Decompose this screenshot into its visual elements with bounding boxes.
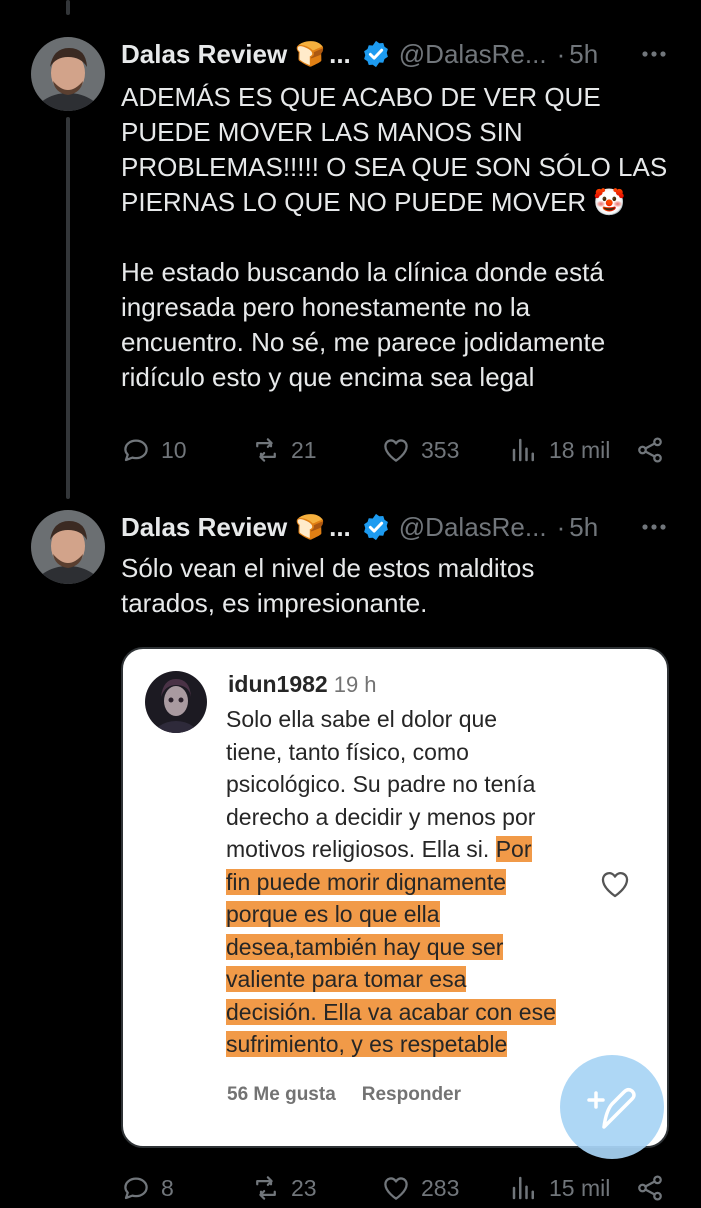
tweet-text: ADEMÁS ES QUE ACABO DE VER QUE PUEDE MOV… [121, 80, 681, 395]
tweet-text-line: He estado buscando la clínica donde está [121, 257, 604, 287]
comment-line: Solo ella sabe el dolor que [226, 706, 498, 732]
comment-heart-icon [601, 872, 629, 898]
tweet-text-line: ridículo esto y que encima sea legal [121, 362, 535, 392]
views-button[interactable]: 15 mil [509, 1168, 610, 1208]
tweet-actions: 10 21 353 18 mil [121, 430, 671, 470]
author-name[interactable]: Dalas Review [121, 512, 287, 543]
commenter-header: idun1982 19 h [228, 671, 377, 698]
verified-badge-icon [363, 40, 388, 68]
thread-line-top [66, 0, 70, 15]
share-icon [638, 437, 662, 463]
reply-count: 8 [161, 1174, 174, 1201]
comment-line: desea,también hay que ser [226, 933, 504, 960]
tweet-text-line: ADEMÁS ES QUE ACABO DE VER QUE [121, 82, 601, 112]
comment-line: decisión. Ella va acabar con ese [226, 998, 556, 1025]
reply-icon [124, 439, 148, 462]
bread-emoji: 🍞 [295, 513, 326, 541]
tweet-text-line: Sólo vean el nivel de estos malditos [121, 553, 535, 583]
views-count: 15 mil [549, 1174, 611, 1201]
author-handle[interactable]: @DalasRe... [399, 39, 547, 70]
tweet-text-line: PROBLEMAS!!!!! O SEA QUE SON SÓLO LAS [121, 152, 668, 182]
comment-line: motivos religiosos. Ella si. Por [226, 836, 532, 862]
reply-count: 10 [161, 436, 187, 463]
more-options-icon[interactable] [639, 39, 669, 69]
tweet-actions: 8 23 283 15 mil [121, 1168, 671, 1208]
views-icon [512, 438, 534, 462]
comment-line: fin puede morir dignamente [226, 868, 506, 895]
more-options-icon[interactable] [639, 512, 669, 542]
comment-line: derecho a decidir y menos por [226, 803, 536, 830]
comment-line: psicológico. Su padre no tenía [226, 771, 536, 797]
tweet-header: Dalas Review 🍞 ... @DalasRe... · 5h [121, 36, 598, 72]
compose-button[interactable] [560, 1055, 664, 1159]
like-button[interactable]: 353 [381, 430, 459, 470]
commenter-avatar [145, 671, 207, 733]
comment-footer: 56 Me gusta Responder [227, 1084, 461, 1106]
retweet-count: 21 [291, 436, 317, 463]
reply-button[interactable]: 8 [121, 1168, 174, 1208]
retweet-button[interactable]: 21 [251, 430, 317, 470]
like-button[interactable]: 283 [381, 1168, 459, 1208]
heart-icon [384, 439, 408, 462]
avatar[interactable] [31, 37, 105, 111]
tweet-header: Dalas Review 🍞 ... @DalasRe... · 5h [121, 509, 598, 545]
comment-line: sufrimiento, y es respetable [226, 1031, 508, 1057]
verified-badge-icon [363, 513, 388, 541]
comment-line: valiente para tomar esa [226, 966, 467, 992]
timestamp[interactable]: 5h [569, 512, 598, 543]
name-ellipsis: ... [329, 38, 351, 69]
thread-line [66, 117, 70, 499]
comment-text: Solo ella sabe el dolor que tiene, tanto… [226, 703, 586, 1061]
like-count: 353 [421, 436, 460, 463]
retweet-button[interactable]: 23 [251, 1168, 317, 1208]
timestamp[interactable]: 5h [569, 39, 598, 70]
separator-dot: · [556, 38, 566, 69]
author-name[interactable]: Dalas Review [121, 39, 287, 70]
comment-line: tiene, tanto físico, como [226, 738, 469, 765]
tweet-text-line: tarados, es impresionante. [121, 588, 428, 618]
compose-post-icon [587, 1087, 636, 1129]
tweet-text-line: PUEDE MOVER LAS MANOS SIN [121, 117, 523, 147]
name-ellipsis: ... [329, 511, 351, 542]
avatar[interactable] [31, 510, 105, 584]
bread-emoji: 🍞 [295, 40, 326, 68]
tweet-text-line: ingresada pero honestamente no la [121, 292, 531, 322]
separator-dot: · [556, 511, 566, 542]
tweet-text-line: encuentro. No sé, me parece jodidamente [121, 327, 606, 357]
tweet-text-line: PIERNAS LO QUE NO PUEDE MOVER 🤡 [121, 187, 626, 217]
share-button[interactable] [635, 430, 665, 470]
comment-reply-label: Responder [361, 1084, 462, 1105]
retweet-icon [256, 438, 276, 462]
comment-age: 19 h [333, 672, 377, 697]
author-handle[interactable]: @DalasRe... [399, 512, 547, 543]
comment-likes: 56 Me gusta [227, 1084, 336, 1105]
views-count: 18 mil [549, 436, 611, 463]
retweet-count: 23 [291, 1174, 317, 1201]
views-button[interactable]: 18 mil [509, 430, 610, 470]
like-count: 283 [421, 1174, 460, 1201]
share-button[interactable] [635, 1168, 665, 1208]
commenter-username: idun1982 [228, 671, 328, 697]
tweet-text: Sólo vean el nivel de estos malditos tar… [121, 551, 681, 621]
reply-button[interactable]: 10 [121, 430, 187, 470]
comment-line: porque es lo que ella [226, 901, 440, 927]
